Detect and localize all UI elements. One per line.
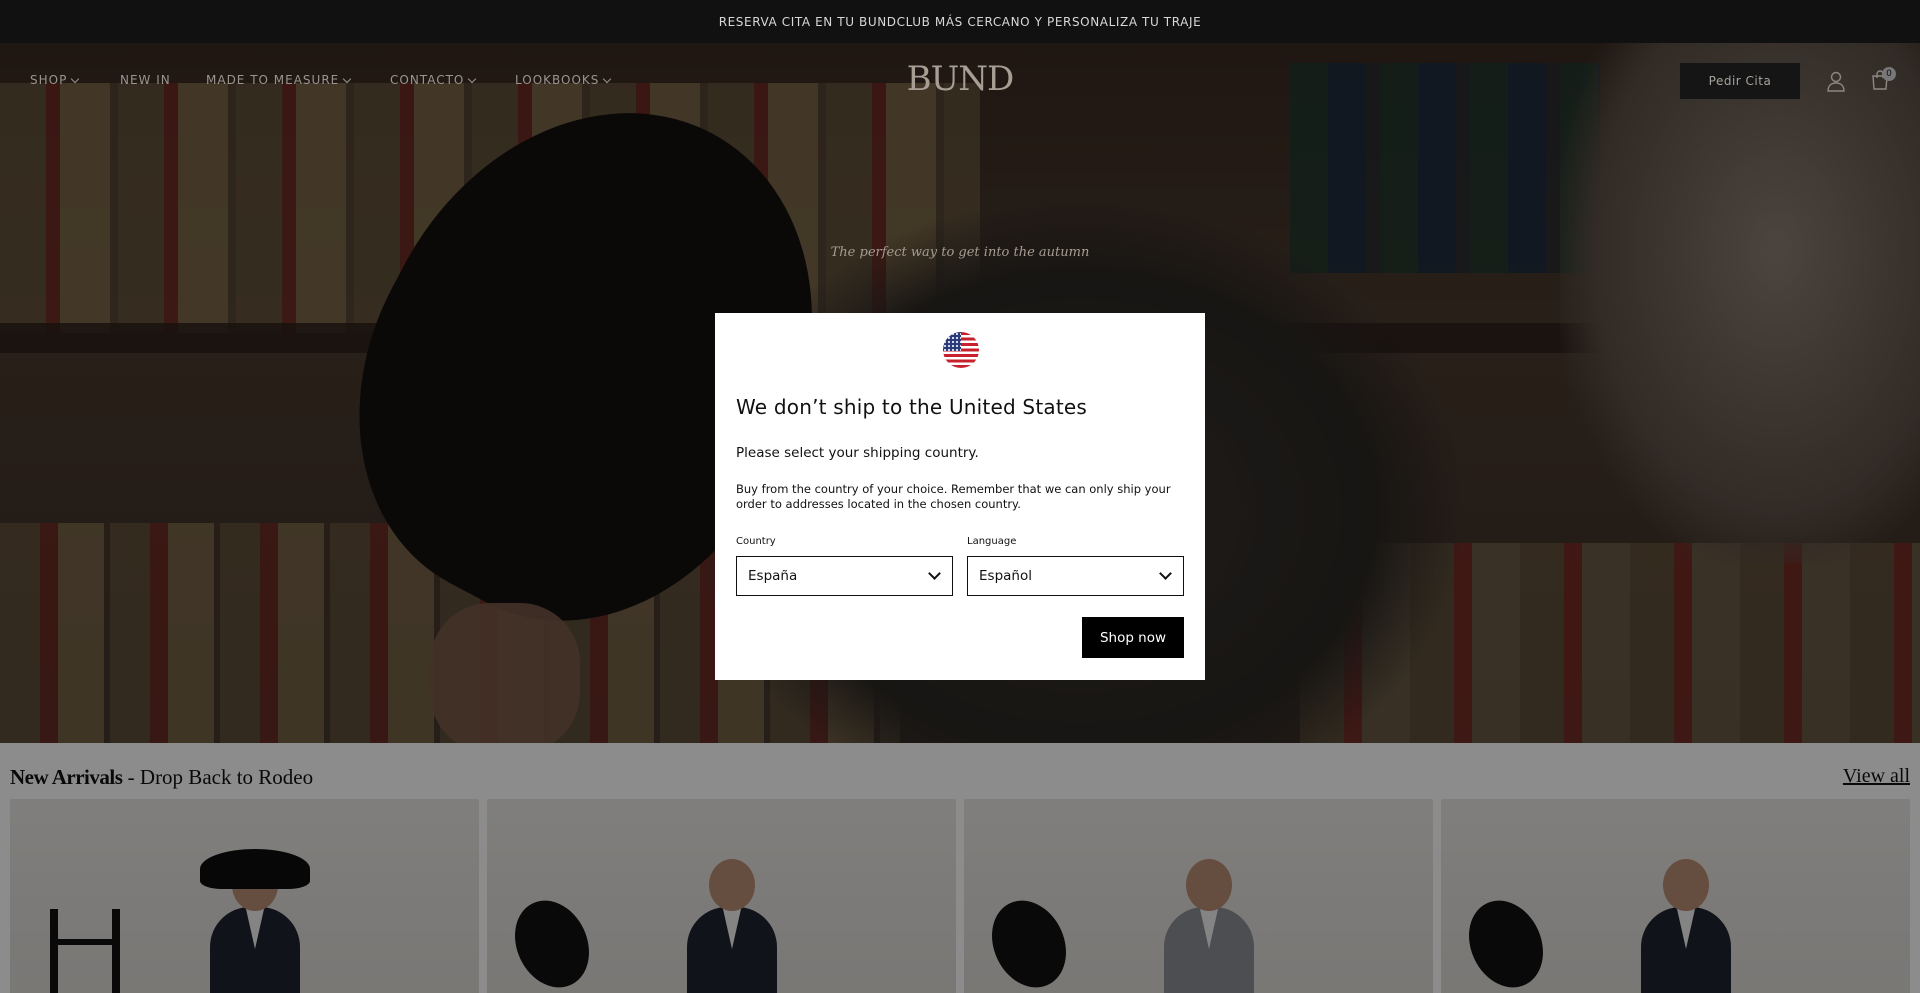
shop-now-button[interactable]: Shop now [1082,617,1184,658]
site-header: SHOP NEW IN MADE TO MEASURE CONTACTO LOO… [0,43,1920,115]
announcement-bar: RESERVA CITA EN TU BUNDCLUB MÁS CERCANO … [0,0,1920,43]
shipping-country-modal: We don’t ship to the United States Pleas… [715,313,1205,680]
language-label: Language [967,536,1017,547]
country-select[interactable]: España [736,556,953,596]
announcement-text: RESERVA CITA EN TU BUNDCLUB MÁS CERCANO … [718,14,1202,29]
language-select[interactable]: Español [967,556,1184,596]
modal-subtitle: Please select your shipping country. [736,445,979,461]
cart-count-badge: 0 [1882,67,1896,81]
chevron-down-icon [928,567,941,580]
hero-tagline: The perfect way to get into the autumn [830,245,1090,260]
chevron-down-icon [1159,567,1172,580]
pedir-cita-button[interactable]: Pedir Cita [1680,63,1800,99]
country-label: Country [736,536,776,547]
modal-backdrop-products[interactable] [0,743,1920,993]
modal-title: We don’t ship to the United States [736,395,1087,419]
site-logo[interactable]: BUND [0,59,1920,99]
us-flag-icon [943,332,979,368]
modal-description: Buy from the country of your choice. Rem… [736,482,1171,511]
new-arrivals-section: New Arrivals - Drop Back to Rodeo View a… [0,743,1920,993]
user-icon[interactable] [1826,70,1846,92]
